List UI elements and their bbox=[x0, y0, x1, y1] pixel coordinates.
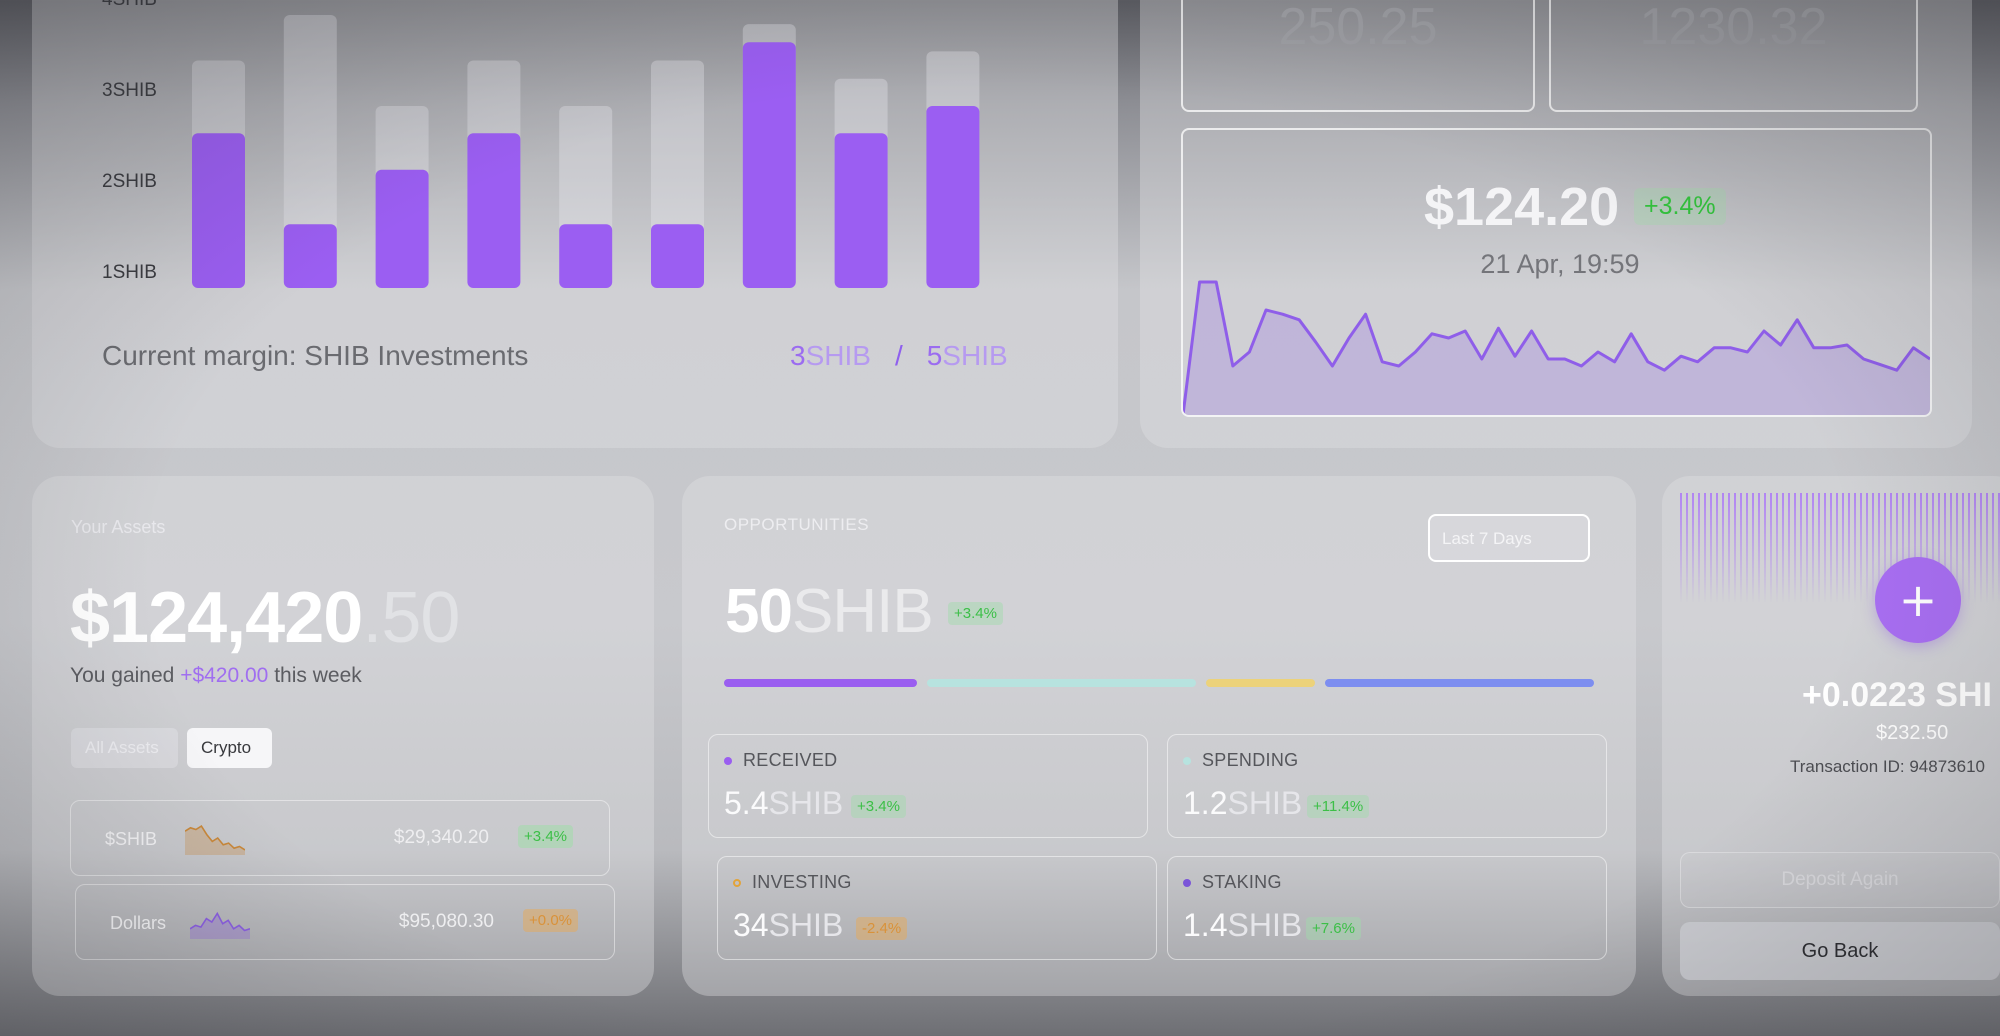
go-back-button[interactable]: Go Back bbox=[1680, 922, 2000, 980]
y-tick-label: 3SHIB bbox=[102, 80, 157, 101]
y-tick-label: 4SHIB bbox=[102, 0, 157, 10]
transaction-id: Transaction ID: 94873610 bbox=[1790, 757, 1985, 776]
deposit-card bbox=[1662, 476, 2000, 996]
bar[interactable] bbox=[559, 224, 613, 288]
allocation-segment bbox=[927, 679, 1196, 687]
bar[interactable] bbox=[467, 133, 521, 288]
metric-unit: SHIB bbox=[768, 785, 844, 821]
price-value: $124.20 bbox=[1424, 177, 1620, 237]
bar[interactable] bbox=[192, 133, 245, 288]
bar[interactable] bbox=[742, 42, 796, 288]
stat-value-2: 1230.32 bbox=[1639, 0, 1828, 56]
opportunities-title: OPPORTUNITIES bbox=[724, 515, 870, 534]
opportunities-total-num: 50 bbox=[725, 577, 793, 646]
margin-separator: / bbox=[894, 340, 903, 371]
metric-received[interactable]: RECEIVED 5.4SHIB +3.4% bbox=[708, 734, 1148, 838]
stat-box-2: 1230.32 bbox=[1549, 0, 1918, 112]
bar[interactable] bbox=[283, 224, 337, 288]
metric-num: 5.4 bbox=[724, 785, 769, 821]
allocation-segment bbox=[724, 679, 918, 687]
asset-row[interactable]: $SHIB $29,340.20 +3.4% bbox=[70, 800, 610, 876]
metric-num: 1.4 bbox=[1183, 907, 1228, 943]
metric-spending[interactable]: SPENDING 1.2SHIB +11.4% bbox=[1167, 734, 1607, 838]
margin-target-unit: SHIB bbox=[942, 340, 1008, 371]
margin-current-unit: SHIB bbox=[805, 340, 871, 371]
assets-total-cents: .50 bbox=[362, 578, 460, 658]
allocation-segment bbox=[1206, 679, 1316, 687]
metric-change-badge: +3.4% bbox=[851, 795, 906, 818]
margin-target-num: 5 bbox=[926, 340, 943, 371]
bar[interactable] bbox=[375, 169, 429, 288]
tab-crypto[interactable]: Crypto bbox=[187, 728, 272, 768]
metric-unit: SHIB bbox=[1227, 907, 1303, 943]
y-tick-label: 2SHIB bbox=[102, 171, 157, 192]
metric-dot bbox=[724, 757, 732, 765]
y-axis-ticks: 1SHIB 2SHIB 3SHIB 4SHIB bbox=[102, 0, 157, 283]
asset-name: Dollars bbox=[110, 913, 167, 933]
metric-value: 34SHIB bbox=[733, 907, 843, 944]
assets-gained: You gained +$420.00 this week bbox=[70, 664, 362, 688]
metric-value: 1.4SHIB bbox=[1183, 907, 1302, 944]
metric-change-badge: -2.4% bbox=[856, 917, 908, 940]
assets-total-main: $124,420 bbox=[70, 578, 363, 658]
asset-value: $29,340.20 bbox=[393, 827, 489, 848]
tab-all-assets[interactable]: All Assets bbox=[71, 728, 178, 768]
metric-num: 34 bbox=[733, 907, 769, 943]
asset-sparkline bbox=[190, 911, 250, 939]
metric-dot bbox=[1183, 879, 1191, 887]
y-tick-label: 1SHIB bbox=[102, 262, 157, 283]
metric-num: 1.2 bbox=[1183, 785, 1228, 821]
stat-box-1: 250.25 bbox=[1181, 0, 1535, 112]
metric-change-badge: +7.6% bbox=[1306, 917, 1361, 940]
metric-value: 1.2SHIB bbox=[1183, 785, 1302, 822]
gained-prefix: You gained bbox=[70, 664, 175, 687]
bar[interactable] bbox=[834, 133, 888, 288]
plus-icon-button[interactable]: + bbox=[1875, 557, 1961, 643]
margin-current-num: 3 bbox=[790, 340, 806, 371]
asset-change-badge: +0.0% bbox=[523, 909, 578, 932]
metric-staking[interactable]: STAKING 1.4SHIB +7.6% bbox=[1167, 856, 1607, 960]
metric-label: RECEIVED bbox=[743, 750, 838, 770]
asset-sparkline bbox=[185, 825, 245, 855]
margin-label: Current margin: SHIB Investments bbox=[102, 340, 529, 371]
assets-total: $124,420.50 bbox=[70, 577, 460, 659]
metric-investing[interactable]: INVESTING 34SHIB -2.4% bbox=[717, 856, 1157, 960]
gained-suffix: this week bbox=[274, 664, 362, 687]
opportunities-total-unit: SHIB bbox=[791, 577, 934, 646]
asset-value: $95,080.30 bbox=[398, 911, 494, 932]
asset-change-badge: +3.4% bbox=[518, 825, 573, 848]
metric-label: SPENDING bbox=[1202, 750, 1299, 770]
deposit-usd-value: $232.50 bbox=[1876, 722, 1949, 744]
asset-row[interactable]: Dollars $95,080.30 +0.0% bbox=[75, 884, 615, 960]
metric-unit: SHIB bbox=[1227, 785, 1303, 821]
date-range-button[interactable]: Last 7 Days bbox=[1428, 514, 1590, 562]
metric-dot bbox=[1183, 757, 1191, 765]
stat-value-1: 250.25 bbox=[1278, 0, 1438, 56]
metric-value: 5.4SHIB bbox=[724, 785, 843, 822]
margin-values: 3SHIB/5SHIB bbox=[790, 340, 1008, 372]
price-date: 21 Apr, 19:59 bbox=[1480, 249, 1640, 279]
metric-label: STAKING bbox=[1202, 872, 1282, 892]
metric-label: INVESTING bbox=[752, 872, 852, 892]
deposit-again-button[interactable]: Deposit Again bbox=[1680, 852, 2000, 908]
metric-change-badge: +11.4% bbox=[1307, 795, 1370, 818]
deposit-amount: +0.0223 SHI bbox=[1802, 676, 1992, 714]
opportunities-change-badge: +3.4% bbox=[948, 602, 1003, 625]
metric-unit: SHIB bbox=[768, 907, 844, 943]
allocation-segment bbox=[1325, 679, 1594, 687]
bar-chart: 1SHIB 2SHIB 3SHIB 4SHIB bbox=[102, 0, 980, 289]
asset-name: $SHIB bbox=[105, 829, 158, 849]
opportunities-total: 50SHIB bbox=[725, 576, 934, 647]
bar[interactable] bbox=[926, 106, 980, 288]
price-change-badge: +3.4% bbox=[1634, 188, 1726, 225]
gained-amount: +$420.00 bbox=[180, 664, 269, 687]
assets-title: Your Assets bbox=[71, 517, 166, 537]
metric-dot bbox=[733, 879, 741, 887]
bar[interactable] bbox=[651, 224, 704, 288]
